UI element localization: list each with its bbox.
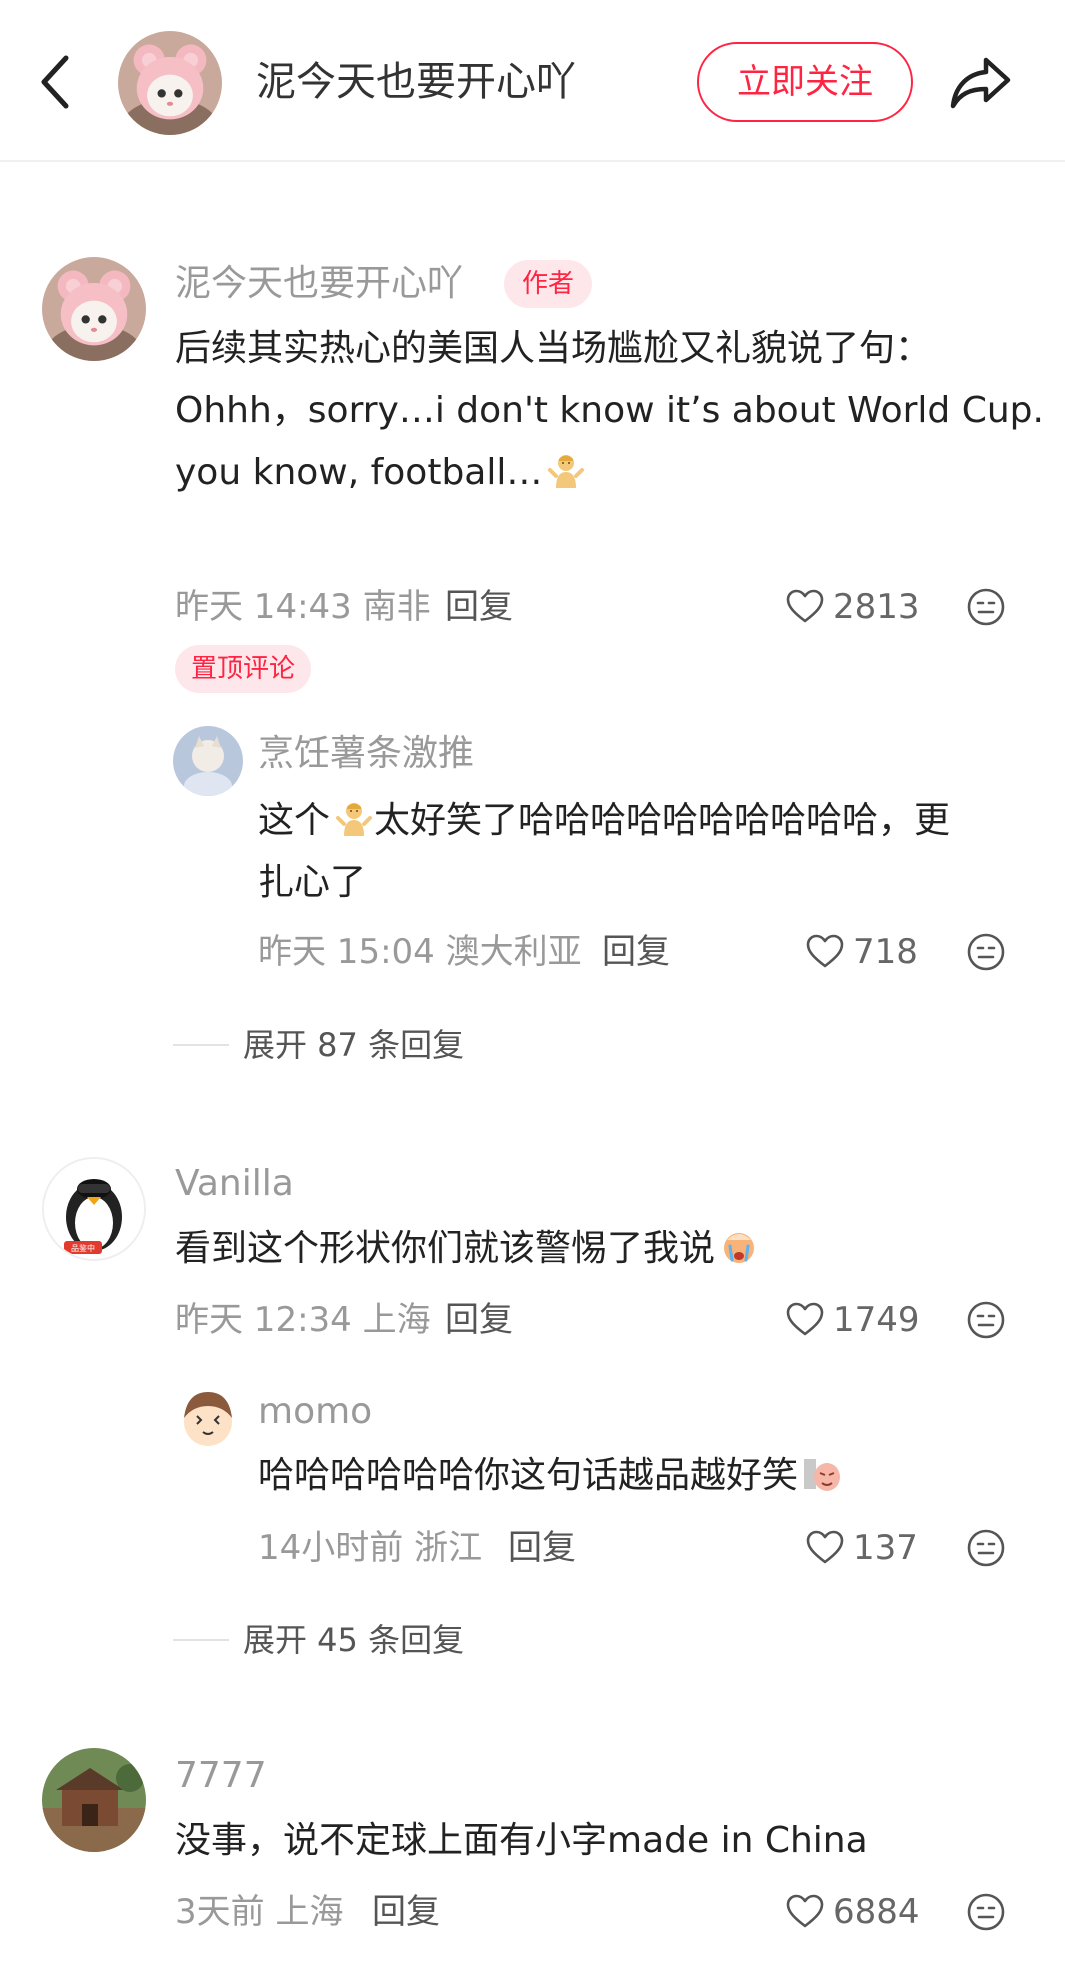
commenter-name[interactable]: 7777 (175, 1752, 267, 1800)
reply-button[interactable]: 回复 (602, 928, 670, 976)
like-button[interactable]: 137 (805, 1524, 918, 1572)
replier-name[interactable]: momo (258, 1388, 372, 1436)
like-count: 1749 (833, 1300, 920, 1340)
comment-time-location: 昨天 14:43 南非 (175, 587, 431, 627)
comment-text-line: 后续其实热心的美国人当场尴尬又礼貌说了句： (175, 328, 932, 369)
like-button[interactable]: 1749 (785, 1296, 920, 1344)
heart-icon (805, 1528, 845, 1568)
replier-name[interactable]: 烹饪薯条激推 (258, 730, 474, 778)
comment-text: 没事，说不定球上面有小字made in China (175, 1820, 868, 1861)
reply-text: 哈哈哈哈哈哈你这句话越品越好笑 (258, 1445, 1028, 1507)
commenter-name[interactable]: Vanilla (175, 1160, 294, 1208)
divider (173, 1639, 229, 1641)
reply-text: 这个 太好笑了哈哈哈哈哈哈哈哈哈哈，更 扎心了 (258, 790, 1028, 914)
like-button[interactable]: 718 (805, 928, 918, 976)
replier-avatar[interactable] (173, 1384, 243, 1454)
commenter-avatar[interactable] (42, 1748, 146, 1852)
expand-replies-button[interactable]: 展开 87 条回复 (173, 1021, 464, 1069)
reply-text-line: 这个 太好笑了哈哈哈哈哈哈哈哈哈哈，更 (258, 798, 951, 841)
divider (173, 1044, 229, 1046)
comment-text: 后续其实热心的美国人当场尴尬又礼貌说了句： Ohhh，sorry…i don't… (175, 318, 1045, 504)
top-bar: 泥今天也要开心吖 立即关注 (0, 0, 1065, 162)
like-button[interactable]: 6884 (785, 1888, 920, 1936)
heart-icon (805, 932, 845, 972)
comment-time-location: 昨天 12:34 上海 (175, 1300, 431, 1340)
reply-button[interactable]: 回复 (445, 583, 513, 631)
pinned-comment-tag: 置顶评论 (175, 645, 312, 693)
share-icon[interactable] (948, 50, 1014, 116)
like-count: 718 (853, 932, 918, 972)
avatar-badge: 品鉴中 (71, 1243, 95, 1253)
comment-text: 看到这个形状你们就该警惕了我说 (175, 1218, 1045, 1280)
reaction-face-icon[interactable] (966, 932, 1006, 972)
like-count: 6884 (833, 1892, 920, 1932)
comment-time-location: 3天前 上海 (175, 1892, 344, 1932)
shrug-emoji (546, 450, 586, 490)
like-count: 2813 (833, 587, 920, 627)
reaction-face-icon[interactable] (966, 1300, 1006, 1340)
expand-replies-label: 展开 87 条回复 (243, 1026, 465, 1064)
expand-replies-label: 展开 45 条回复 (243, 1621, 465, 1659)
laughing-meme-emoji (804, 1459, 841, 1491)
heart-icon (785, 587, 825, 627)
reaction-face-icon[interactable] (966, 587, 1006, 627)
commenter-avatar[interactable]: 品鉴中 (42, 1157, 146, 1261)
crying-emoji (724, 1233, 755, 1263)
reply-button[interactable]: 回复 (372, 1888, 440, 1936)
reaction-face-icon[interactable] (966, 1528, 1006, 1568)
commenter-avatar[interactable] (42, 257, 146, 361)
reaction-face-icon[interactable] (966, 1892, 1006, 1932)
reply-time-location: 昨天 15:04 澳大利亚 (258, 932, 582, 972)
commenter-name[interactable]: 泥今天也要开心吖 (175, 260, 463, 308)
heart-icon (785, 1300, 825, 1340)
author-name[interactable]: 泥今天也要开心吖 (256, 52, 576, 112)
author-avatar[interactable] (118, 31, 222, 135)
reply-button[interactable]: 回复 (445, 1296, 513, 1344)
expand-replies-button[interactable]: 展开 45 条回复 (173, 1616, 464, 1664)
replier-avatar[interactable] (173, 726, 243, 796)
follow-button[interactable]: 立即关注 (697, 42, 913, 122)
like-button[interactable]: 2813 (785, 583, 920, 631)
shrug-emoji (334, 798, 374, 838)
comment-text-line: you know, football… (175, 442, 1045, 504)
author-tag: 作者 (504, 260, 593, 308)
like-count: 137 (853, 1528, 918, 1568)
comment-text-line: Ohhh，sorry…i don't know it’s about World… (175, 390, 1044, 431)
back-arrow-icon[interactable] (34, 50, 78, 114)
reply-time-location: 14小时前 浙江 (258, 1528, 483, 1568)
reply-text-line: 扎心了 (258, 862, 367, 903)
heart-icon (785, 1892, 825, 1932)
reply-button[interactable]: 回复 (508, 1524, 576, 1572)
